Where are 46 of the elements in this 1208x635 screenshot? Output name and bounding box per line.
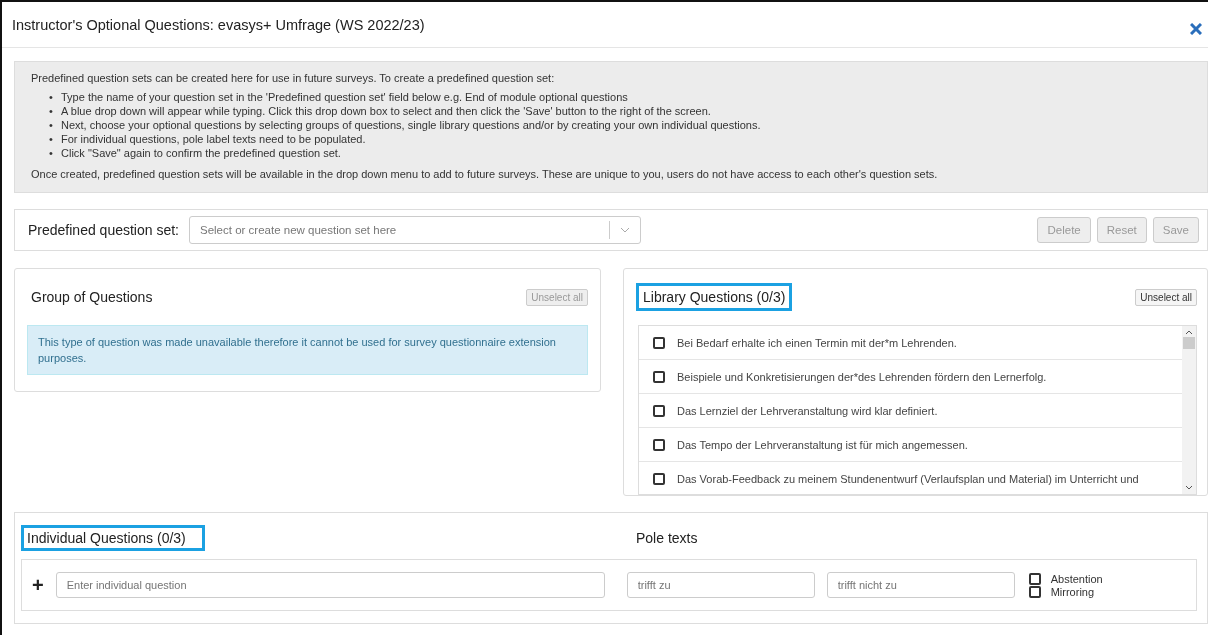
panel-title: Library Questions (0/3) [636,283,793,311]
notice-text: This type of question was made unavailable therefore it cannot be used for survey questionnaire extension purposes. [27,325,588,375]
panel-title: Pole texts [635,528,699,548]
checkbox[interactable] [653,370,665,383]
instruction-item: Next, choose your optional questions by selecting groups of questions, single library questions and/or by creating your own individual questions. [61,118,761,132]
option-label: Mirroring [1050,585,1095,598]
checkbox[interactable] [653,438,665,451]
chevron-down-icon [620,227,630,233]
info-text: Once created, predefined question sets will be available in the drop down menu to add to future surveys. These are unique to you, users do not have access to each other's question sets. [31,168,939,180]
checkbox[interactable] [653,404,665,417]
instruction-item: Type the name of your question set in the 'Predefined question set' field below e.g. End of module optional questions [61,90,628,104]
question-input[interactable]: Enter individual question [55,572,605,598]
question-text: Das Lernziel der Lehrveranstaltung wird klar definiert. [677,404,938,417]
info-text: Predefined question sets can be created here for use in future surveys. To create a predefined question set: [31,72,556,84]
add-button[interactable]: + [32,573,56,597]
unselect-button[interactable]: Unselect all [526,288,588,306]
pole-input[interactable]: trifft nicht zu [826,572,1015,598]
scrollbar[interactable] [1182,326,1196,494]
question-set-select[interactable]: Select or create new question set here [189,216,641,244]
window-title: Instructor's Optional Questions: evasys+ Umfrage (WS 2022/23) [12,16,425,33]
unselect-button[interactable]: Unselect all [1135,288,1197,306]
chevron-down-icon[interactable] [1185,485,1193,490]
checkbox[interactable] [1028,585,1041,598]
instruction-item: For individual questions, pole label texts need to be populated. [61,132,366,146]
option-label: Abstention [1050,572,1103,585]
instruction-item: A blue drop down will appear while typing. Click this drop down box to select and then click the 'Save' button to the right of the screen. [61,104,711,118]
question-text: Bei Bedarf erhalte ich einen Termin mit der*m Lehrenden. [677,336,957,349]
panel-title: Group of Questions [30,288,154,307]
checkbox[interactable] [1028,572,1041,585]
field-label: Predefined question set: [28,222,179,238]
scrollbar-thumb[interactable] [1183,337,1195,349]
pole-input[interactable]: trifft zu [626,572,815,598]
close-icon[interactable] [1190,22,1202,35]
question-text: Beispiele und Konkretisierungen der*des Lehrenden fördern den Lernerfolg. [677,370,1047,383]
bullet-mark: • [49,104,54,118]
chevron-up-icon[interactable] [1185,330,1193,335]
question-text: Das Tempo der Lehrveranstaltung ist für mich angemessen. [677,438,968,451]
bullet-mark: • [49,146,54,160]
question-text: Das Vorab-Feedback zu meinem Stundenentwurf (Verlaufsplan und Material) im Unterricht und [677,472,1139,485]
bullet-mark: • [49,132,54,146]
panel-title: Individual Questions (0/3) [21,524,205,551]
checkbox[interactable] [653,472,665,485]
checkbox[interactable] [653,336,665,349]
instruction-item: Click "Save" again to confirm the predefined question set. [61,146,341,160]
bullet-mark: • [49,118,54,132]
bullet-mark: • [49,90,54,104]
